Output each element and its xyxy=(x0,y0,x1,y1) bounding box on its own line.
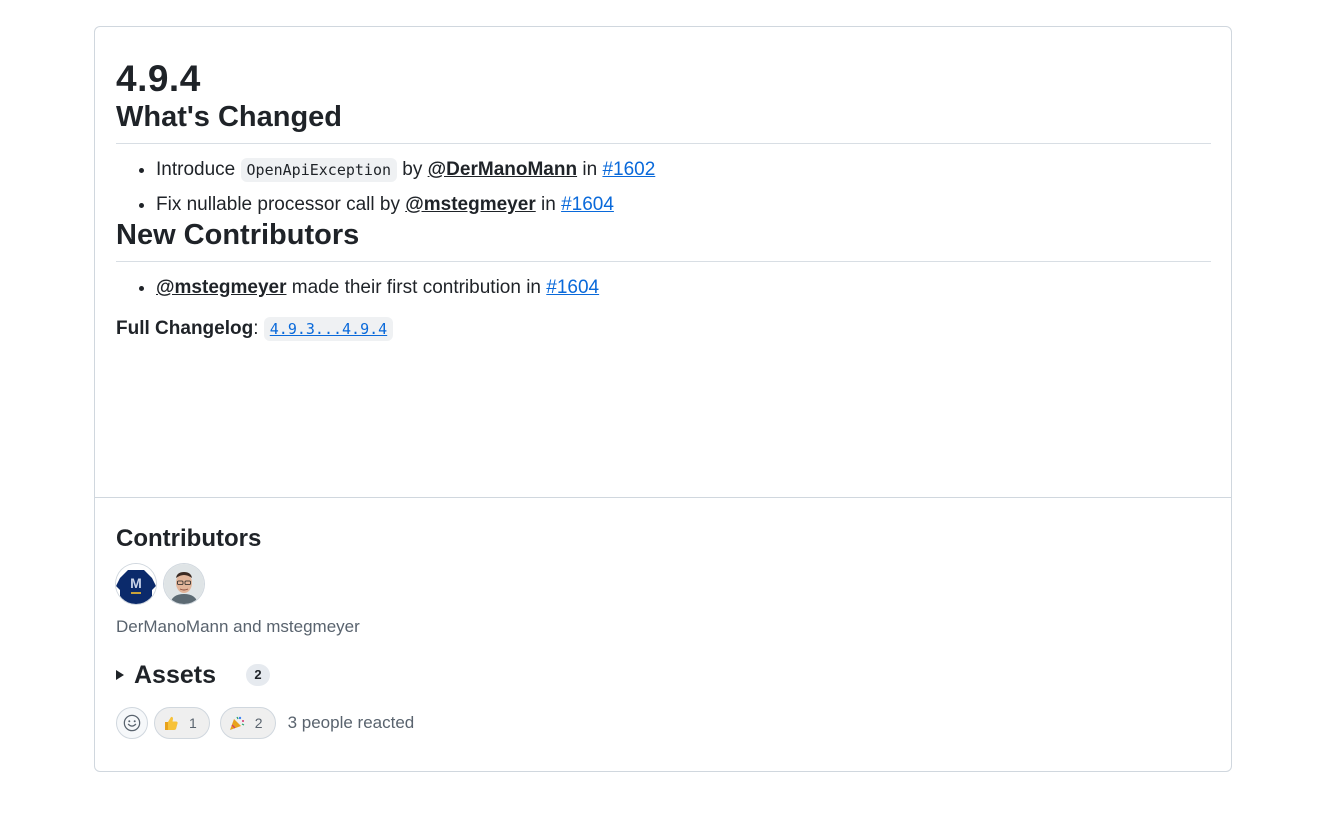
contributors-heading: Contributors xyxy=(116,525,262,552)
changelog-separator: : xyxy=(253,318,259,339)
whats-changed-list: Introduce OpenApiException by @DerManoMa… xyxy=(116,158,1211,217)
new-contributors-heading: New Contributors xyxy=(116,217,1211,262)
user-mention-link[interactable]: @DerManoMann xyxy=(428,159,577,180)
reactions-summary: 3 people reacted xyxy=(287,713,415,732)
new-contributors-list: @mstegmeyer made their first contributio… xyxy=(116,276,1211,300)
caret-right-icon xyxy=(116,670,124,680)
pull-request-link[interactable]: #1604 xyxy=(561,194,614,215)
user-mention-link[interactable]: @mstegmeyer xyxy=(405,194,535,215)
list-item: Fix nullable processor call by @mstegmey… xyxy=(156,193,1211,217)
user-mention-link[interactable]: @mstegmeyer xyxy=(156,277,286,298)
item-text: made their first contribution in xyxy=(291,277,541,298)
release-title: 4.9.4 xyxy=(116,58,201,99)
item-text: Introduce xyxy=(156,159,236,180)
svg-text:M: M xyxy=(130,575,142,591)
compare-link[interactable]: 4.9.3...4.9.4 xyxy=(263,317,394,341)
assets-toggle[interactable]: Assets 2 xyxy=(116,660,1211,690)
assets-label: Assets xyxy=(134,661,216,689)
reactions-bar: 1 2 3 people reacted xyxy=(116,707,1211,739)
contributor-names: DerManoMann and mstegmeyer xyxy=(116,617,360,636)
item-text: by xyxy=(379,194,400,215)
avatar[interactable] xyxy=(164,564,204,604)
pull-request-link[interactable]: #1604 xyxy=(546,277,599,298)
full-changelog: Full Changelog: 4.9.3...4.9.4 xyxy=(116,316,1211,342)
release-body: 4.9.4 What's Changed Introduce OpenApiEx… xyxy=(95,27,1231,498)
reaction-count: 1 xyxy=(189,715,197,731)
item-text: in xyxy=(541,194,556,215)
item-text: Fix nullable processor call xyxy=(156,194,375,215)
party-popper-icon xyxy=(229,716,245,730)
thumbs-up-icon xyxy=(165,716,178,730)
item-text: by xyxy=(402,159,423,180)
inline-code: OpenApiException xyxy=(240,158,398,182)
assets-count-badge: 2 xyxy=(246,664,270,686)
item-text: in xyxy=(582,159,598,180)
add-reaction-button[interactable] xyxy=(116,707,148,739)
reaction-count: 2 xyxy=(254,715,263,731)
release-footer: Contributors M DerManoMann and mstegmeye… xyxy=(95,498,1231,739)
pull-request-link[interactable]: #1602 xyxy=(602,159,655,180)
smiley-icon xyxy=(123,714,141,732)
release-card: 4.9.4 What's Changed Introduce OpenApiEx… xyxy=(94,26,1232,772)
list-item: @mstegmeyer made their first contributio… xyxy=(156,276,1211,300)
avatar-dermanomann-icon: M xyxy=(116,564,156,604)
list-item: Introduce OpenApiException by @DerManoMa… xyxy=(156,158,1211,182)
reaction-thumbs-up-button[interactable]: 1 xyxy=(154,707,210,739)
whats-changed-heading: What's Changed xyxy=(116,99,1211,144)
avatar-mstegmeyer-icon xyxy=(164,564,204,604)
contributor-avatars: M xyxy=(116,564,1211,604)
reaction-party-button[interactable]: 2 xyxy=(219,707,276,739)
avatar[interactable]: M xyxy=(116,564,156,604)
changelog-label: Full Changelog xyxy=(116,318,254,339)
